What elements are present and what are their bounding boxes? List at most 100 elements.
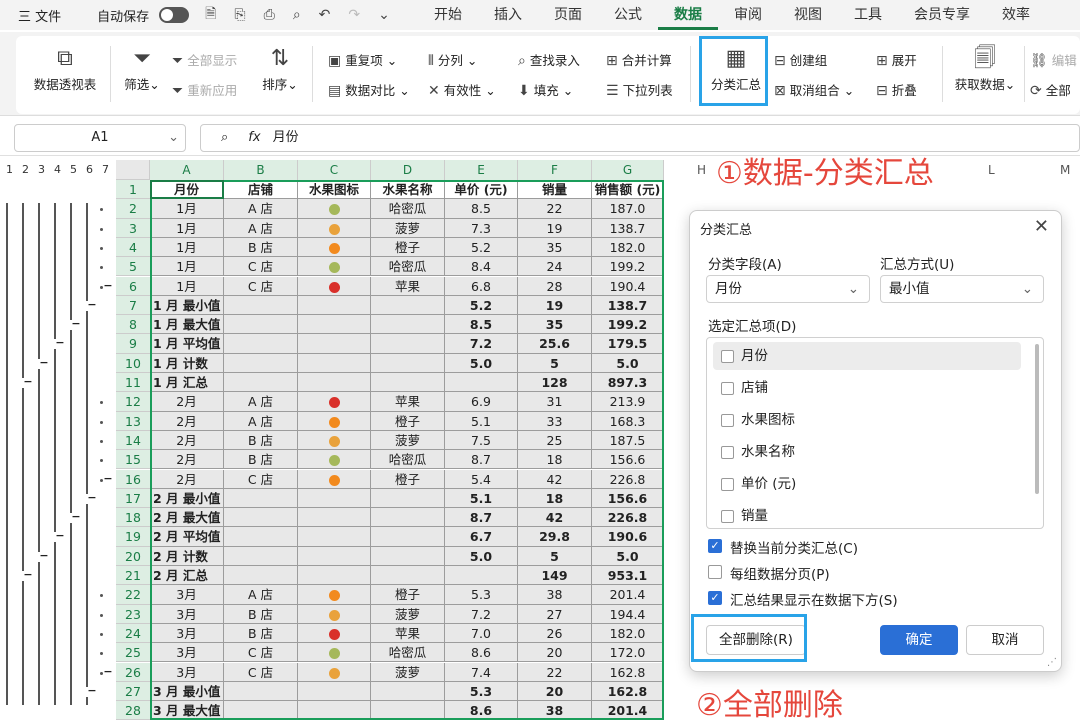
outline-level-7[interactable]: 7 <box>102 163 109 176</box>
cell[interactable]: 156.6 <box>592 450 664 470</box>
row-header[interactable]: 8 <box>116 315 150 335</box>
duplicates-button[interactable]: ▣ 重复项 ⌄ <box>328 50 397 69</box>
cell[interactable]: 月份 <box>150 180 224 200</box>
cell[interactable]: 20 <box>518 643 592 663</box>
compare-button[interactable]: ▤ 数据对比 ⌄ <box>328 80 410 99</box>
cell[interactable]: 1 月 最小值 <box>150 295 224 316</box>
collapse-group-button[interactable]: − <box>70 511 82 524</box>
fruit-icon-cell[interactable] <box>298 623 371 644</box>
outline-level-1[interactable]: 1 <box>6 163 13 176</box>
cell[interactable]: 24 <box>518 257 592 277</box>
cell[interactable]: A 店 <box>224 585 298 605</box>
cell[interactable]: 橙子 <box>371 469 445 489</box>
resize-grip-icon[interactable]: ⋰ <box>1047 657 1057 668</box>
summary-item[interactable]: 水果名称 <box>713 438 1021 466</box>
cell[interactable] <box>224 681 298 702</box>
cell[interactable]: 25.6 <box>518 334 592 354</box>
cell[interactable]: B 店 <box>224 450 298 470</box>
cell[interactable] <box>298 295 371 316</box>
file-menu[interactable]: 三 文件 <box>18 6 61 25</box>
cell[interactable]: 5.3 <box>445 585 518 605</box>
cell[interactable]: 28 <box>518 276 592 296</box>
cell[interactable]: 18 <box>518 450 592 470</box>
summary-item[interactable]: 销量 <box>713 502 1021 528</box>
cell[interactable]: 1月 <box>150 257 224 277</box>
outline-level-3[interactable]: 3 <box>38 163 45 176</box>
cell[interactable]: 橙子 <box>371 585 445 605</box>
cell[interactable]: 162.8 <box>592 662 664 682</box>
cell[interactable]: 3月 <box>150 643 224 663</box>
list-scrollbar[interactable] <box>1035 344 1039 494</box>
summary-item[interactable]: 水果图标 <box>713 406 1021 434</box>
collapse-group-button[interactable]: − <box>70 318 82 331</box>
cell[interactable]: 5.0 <box>445 353 518 373</box>
cell[interactable]: 190.4 <box>592 276 664 296</box>
cell[interactable] <box>445 566 518 586</box>
fruit-icon-cell[interactable] <box>298 585 371 605</box>
fruit-icon-cell[interactable] <box>298 450 371 470</box>
col-header-b[interactable]: B <box>224 160 298 180</box>
cell[interactable]: 2月 <box>150 469 224 489</box>
cell[interactable]: 27 <box>518 604 592 624</box>
fill-button[interactable]: ⬇ 填充 ⌄ <box>518 80 573 99</box>
outline-level-4[interactable]: 4 <box>54 163 61 176</box>
cell[interactable]: 1 月 汇总 <box>150 373 224 393</box>
ungroup-button[interactable]: ⊠ 取消组合 ⌄ <box>774 80 854 99</box>
cell[interactable]: 8.5 <box>445 315 518 335</box>
cell[interactable]: 953.1 <box>592 566 664 586</box>
cell[interactable]: 179.5 <box>592 334 664 354</box>
col-header-e[interactable]: E <box>445 160 518 180</box>
option-0[interactable]: ✓ 替换当前分类汇总(C) <box>708 537 858 557</box>
cell[interactable]: 菠萝 <box>371 430 445 451</box>
cell[interactable]: 橙子 <box>371 237 445 258</box>
cell[interactable]: 19 <box>518 218 592 238</box>
summary-item[interactable]: 月份 <box>713 342 1021 370</box>
cell[interactable]: 26 <box>518 623 592 644</box>
tab-4[interactable]: 数据 <box>658 0 718 30</box>
fruit-icon-cell[interactable] <box>298 276 371 296</box>
cell[interactable]: 138.7 <box>592 218 664 238</box>
row-header[interactable]: 28 <box>116 701 150 721</box>
cell[interactable]: 182.0 <box>592 623 664 644</box>
cell[interactable]: 1 月 计数 <box>150 353 224 373</box>
cell[interactable]: 42 <box>518 469 592 489</box>
cell[interactable] <box>224 701 298 721</box>
edit-links-button[interactable]: ⛓ 编辑 <box>1030 50 1077 69</box>
validity-button[interactable]: ✕ 有效性 ⌄ <box>428 80 496 99</box>
cell[interactable] <box>298 546 371 566</box>
cell[interactable]: 18 <box>518 488 592 509</box>
checkbox[interactable] <box>721 414 734 427</box>
create-group-button[interactable]: ⊟ 创建组 <box>774 50 827 69</box>
cell[interactable]: C 店 <box>224 257 298 277</box>
cell[interactable]: 1月 <box>150 276 224 296</box>
show-all-button[interactable]: ⏷ 全部显示 <box>172 50 237 69</box>
cell[interactable]: 5.2 <box>445 237 518 258</box>
cell[interactable] <box>371 295 445 316</box>
fruit-icon-cell[interactable] <box>298 411 371 431</box>
collapse-group-button[interactable]: − <box>86 299 98 311</box>
cell[interactable] <box>371 546 445 566</box>
cell[interactable]: 菠萝 <box>371 662 445 682</box>
cell[interactable]: 3月 <box>150 585 224 605</box>
row-header[interactable]: 14 <box>116 430 150 451</box>
cell[interactable]: 5.0 <box>592 353 664 373</box>
cell[interactable]: 25 <box>518 430 592 451</box>
cell[interactable] <box>371 681 445 702</box>
chevron-down-icon[interactable]: ⌄ <box>378 7 390 23</box>
cell[interactable] <box>371 334 445 354</box>
cell[interactable] <box>371 701 445 721</box>
cell[interactable]: 201.4 <box>592 701 664 721</box>
filter-button[interactable]: ⏷ 筛选⌄ <box>120 44 164 93</box>
tab-9[interactable]: 效率 <box>986 0 1046 30</box>
name-box[interactable]: A1 ⌄ <box>14 124 186 152</box>
cell[interactable] <box>298 334 371 354</box>
row-header[interactable]: 3 <box>116 218 150 238</box>
outline-level-5[interactable]: 5 <box>70 163 77 176</box>
row-header[interactable]: 18 <box>116 508 150 528</box>
cell[interactable] <box>371 566 445 586</box>
cell[interactable] <box>224 508 298 528</box>
col-header-h[interactable]: H <box>697 160 706 180</box>
row-header[interactable]: 5 <box>116 257 150 277</box>
row-header[interactable]: 4 <box>116 237 150 258</box>
cell[interactable]: 172.0 <box>592 643 664 663</box>
